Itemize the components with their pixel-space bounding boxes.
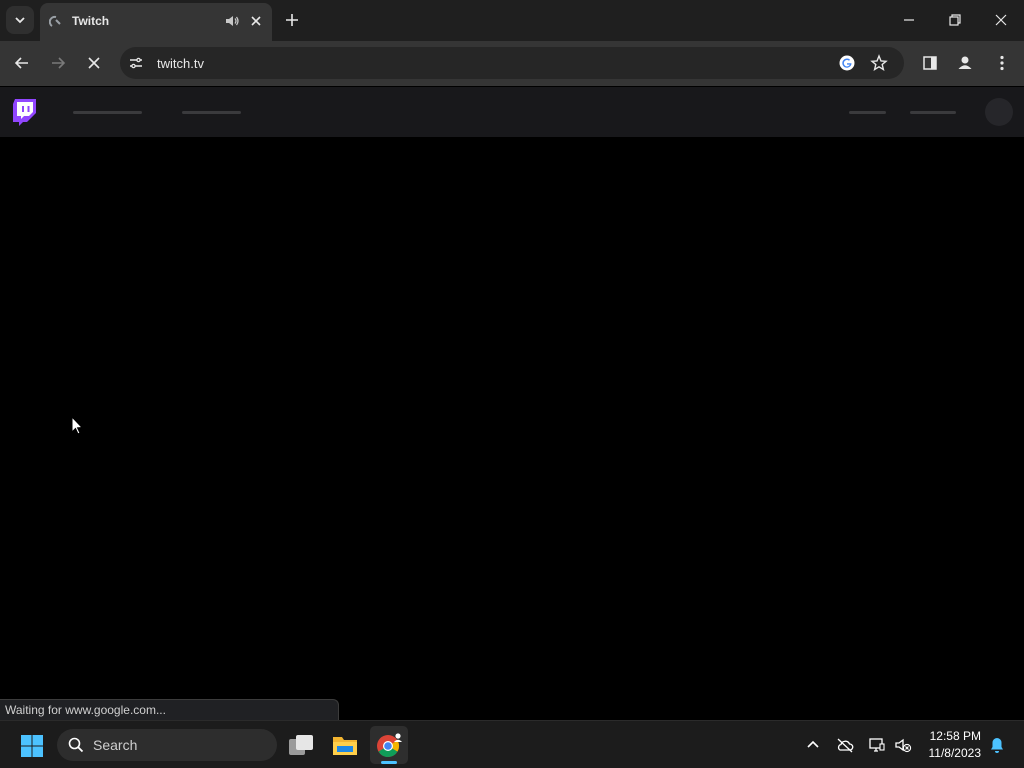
back-arrow-icon[interactable] xyxy=(12,53,32,73)
active-app-indicator xyxy=(381,761,397,764)
tab-strip: Twitch xyxy=(0,0,1024,41)
tab-title: Twitch xyxy=(72,14,110,28)
folder-icon xyxy=(333,737,357,755)
browser-toolbar: twitch.tv xyxy=(0,41,1024,86)
file-explorer-button[interactable] xyxy=(330,730,360,760)
tab-search-button[interactable] xyxy=(6,6,34,34)
url-text[interactable]: twitch.tv xyxy=(157,56,204,71)
nav-skeleton-signup xyxy=(910,111,956,114)
search-icon xyxy=(68,737,84,753)
windows-start-icon[interactable] xyxy=(20,734,44,758)
status-text: Waiting for www.google.com... xyxy=(5,703,166,717)
window-close-icon[interactable] xyxy=(991,10,1011,30)
bookmark-star-icon[interactable] xyxy=(870,54,888,72)
profile-icon[interactable] xyxy=(955,53,975,73)
tab-close-icon[interactable] xyxy=(248,13,264,29)
avatar-placeholder xyxy=(985,98,1013,126)
volume-muted-icon[interactable] xyxy=(894,736,912,754)
audio-playing-icon[interactable] xyxy=(224,13,240,29)
windows-taskbar: Search 12:58 PM 11/8/2023 xyxy=(0,720,1024,768)
notification-bell-icon[interactable] xyxy=(988,736,1006,754)
twitch-top-nav xyxy=(0,87,1024,137)
chevron-down-icon xyxy=(15,17,25,24)
more-menu-icon[interactable] xyxy=(992,53,1012,73)
mouse-cursor-icon xyxy=(71,416,83,435)
loading-icon xyxy=(49,15,61,27)
stop-loading-icon[interactable] xyxy=(84,53,104,73)
restore-icon[interactable] xyxy=(945,10,965,30)
chrome-icon xyxy=(377,733,402,757)
forward-arrow-icon[interactable] xyxy=(48,53,68,73)
clock-time[interactable]: 12:58 PM xyxy=(925,729,981,743)
minimize-icon[interactable] xyxy=(899,10,919,30)
nav-skeleton-login xyxy=(849,111,886,114)
taskbar-search[interactable]: Search xyxy=(57,729,277,761)
google-lens-icon[interactable] xyxy=(838,54,856,72)
task-view-button[interactable] xyxy=(286,730,316,760)
address-bar[interactable]: twitch.tv xyxy=(120,47,904,79)
search-placeholder: Search xyxy=(93,737,138,753)
show-hidden-icons-icon[interactable] xyxy=(804,736,822,754)
chrome-taskbar-button[interactable] xyxy=(374,730,404,760)
status-bubble: Waiting for www.google.com... xyxy=(0,699,339,720)
page-content-loading xyxy=(0,137,1024,720)
twitch-logo-icon[interactable] xyxy=(12,98,38,126)
network-icon[interactable] xyxy=(868,736,886,754)
task-view-icon xyxy=(289,735,313,755)
side-panel-icon[interactable] xyxy=(920,53,940,73)
clock-date[interactable]: 11/8/2023 xyxy=(925,746,982,760)
site-settings-icon[interactable] xyxy=(128,55,144,71)
onedrive-offline-icon[interactable] xyxy=(836,736,854,754)
nav-skeleton-browse xyxy=(182,111,241,114)
nav-skeleton-following xyxy=(73,111,142,114)
new-tab-icon[interactable] xyxy=(282,10,302,30)
browser-tab[interactable]: Twitch xyxy=(40,3,272,41)
